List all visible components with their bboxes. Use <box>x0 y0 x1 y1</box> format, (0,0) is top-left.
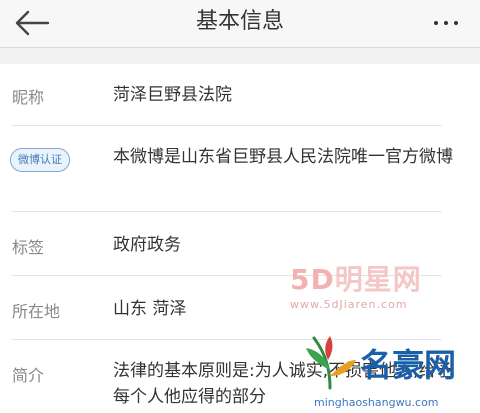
nickname-label: 昵称 <box>12 88 45 107</box>
tags-label: 标签 <box>12 238 45 257</box>
nickname-value: 菏泽巨野县法院 <box>113 85 232 105</box>
location-label: 所在地 <box>12 302 61 321</box>
top-bar: 基本信息 <box>0 0 480 48</box>
location-value: 山东 菏泽 <box>113 299 187 319</box>
row-tags: 标签 政府政务 <box>0 212 480 276</box>
row-nickname: 昵称 菏泽巨野县法院 <box>0 64 480 126</box>
more-button[interactable] <box>426 10 466 36</box>
tags-value: 政府政务 <box>113 235 181 255</box>
intro-label: 简介 <box>12 366 45 385</box>
more-horizontal-icon <box>434 21 438 25</box>
verification-value: 本微博是山东省巨野县人民法院唯一官方微博 <box>113 147 453 167</box>
weibo-verified-badge: 微博认证 <box>10 148 70 172</box>
row-location: 所在地 山东 菏泽 <box>0 276 480 340</box>
row-verification: 微博认证 本微博是山东省巨野县人民法院唯一官方微博 <box>0 126 480 212</box>
back-button[interactable] <box>12 8 52 38</box>
row-intro: 简介 法律的基本原则是:为人诚实,不损害他人,给予每个人他应得的部分 <box>0 340 480 413</box>
intro-value: 法律的基本原则是:为人诚实,不损害他人,给予每个人他应得的部分 <box>113 361 453 407</box>
page-title: 基本信息 <box>195 9 284 34</box>
section-gap <box>0 48 480 64</box>
arrow-left-icon <box>15 10 50 36</box>
info-list: 昵称 菏泽巨野县法院 微博认证 本微博是山东省巨野县人民法院唯一官方微博 标签 … <box>0 64 480 413</box>
